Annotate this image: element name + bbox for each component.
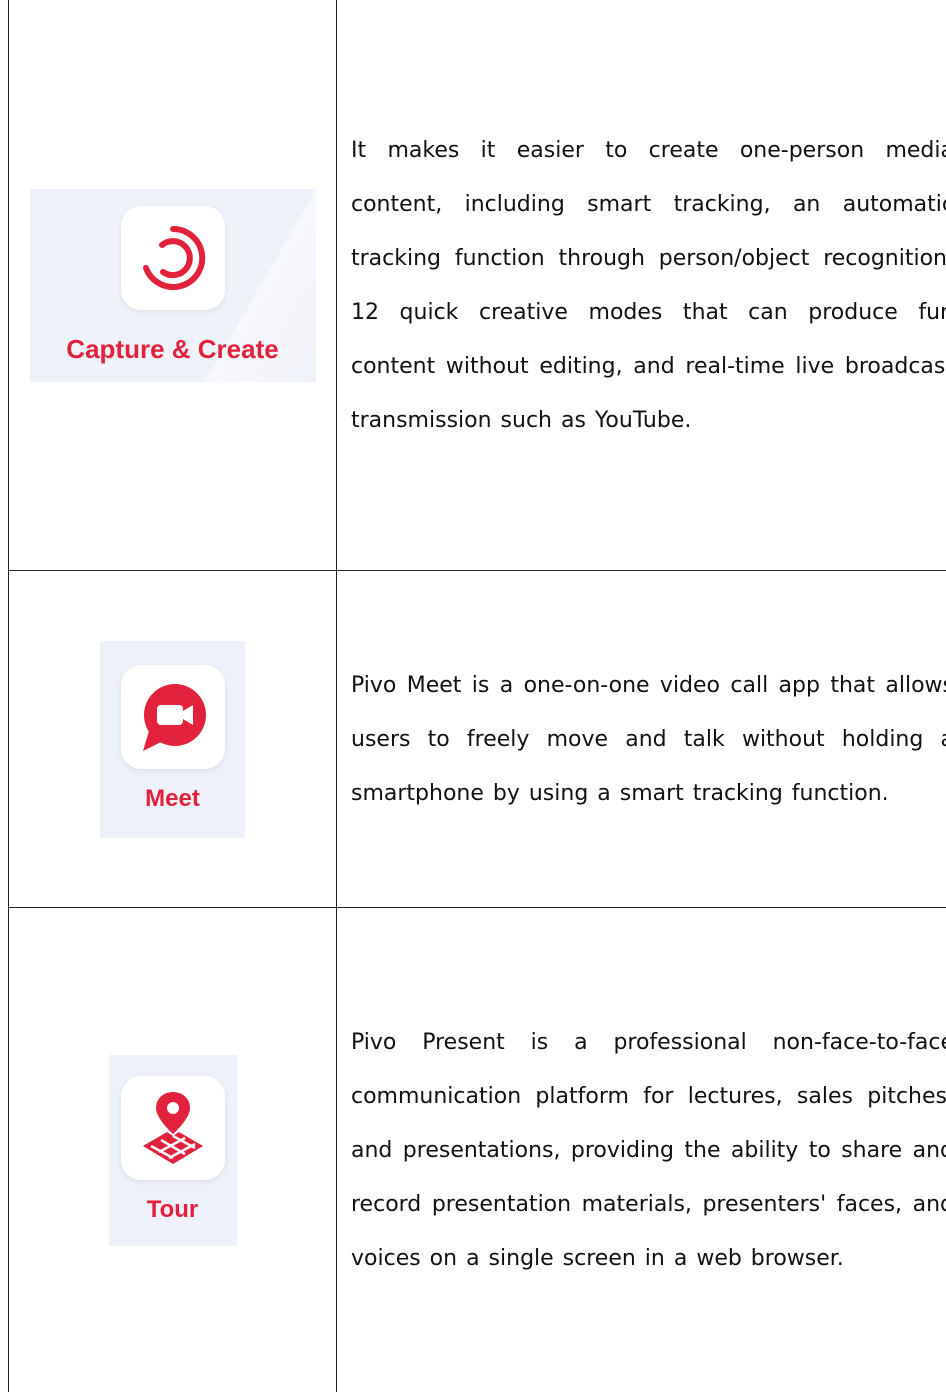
app-description: It makes it easier to create one-person … bbox=[337, 0, 946, 571]
app-name-label: Capture & Create bbox=[66, 334, 278, 365]
video-chat-icon bbox=[135, 679, 211, 755]
app-icon-box bbox=[121, 665, 225, 769]
app-icon-cell: Tour bbox=[9, 908, 337, 1392]
capture-create-app-tile: Capture & Create bbox=[30, 189, 316, 382]
app-icon-box bbox=[121, 1076, 225, 1180]
app-name-label: Tour bbox=[147, 1196, 199, 1224]
map-pin-icon bbox=[137, 1088, 209, 1168]
app-name-label: Meet bbox=[145, 785, 200, 813]
app-feature-table: Capture & Create It makes it easier to c… bbox=[8, 0, 946, 1392]
app-icon-cell: Capture & Create bbox=[9, 0, 337, 571]
app-description: Pivo Present is a professional non-face-… bbox=[337, 908, 946, 1392]
capture-swirl-icon bbox=[136, 221, 210, 295]
meet-app-tile: Meet bbox=[100, 641, 245, 838]
table-row: Meet Pivo Meet is a one-on-one video cal… bbox=[9, 571, 946, 908]
app-icon-box bbox=[121, 206, 225, 310]
table-row: Tour Pivo Present is a professional non-… bbox=[9, 908, 946, 1392]
app-feature-table-container: Capture & Create It makes it easier to c… bbox=[8, 0, 939, 1392]
app-icon-cell: Meet bbox=[9, 571, 337, 908]
table-row: Capture & Create It makes it easier to c… bbox=[9, 0, 946, 571]
app-description: Pivo Meet is a one-on-one video call app… bbox=[337, 571, 946, 908]
tour-app-tile: Tour bbox=[109, 1055, 237, 1246]
